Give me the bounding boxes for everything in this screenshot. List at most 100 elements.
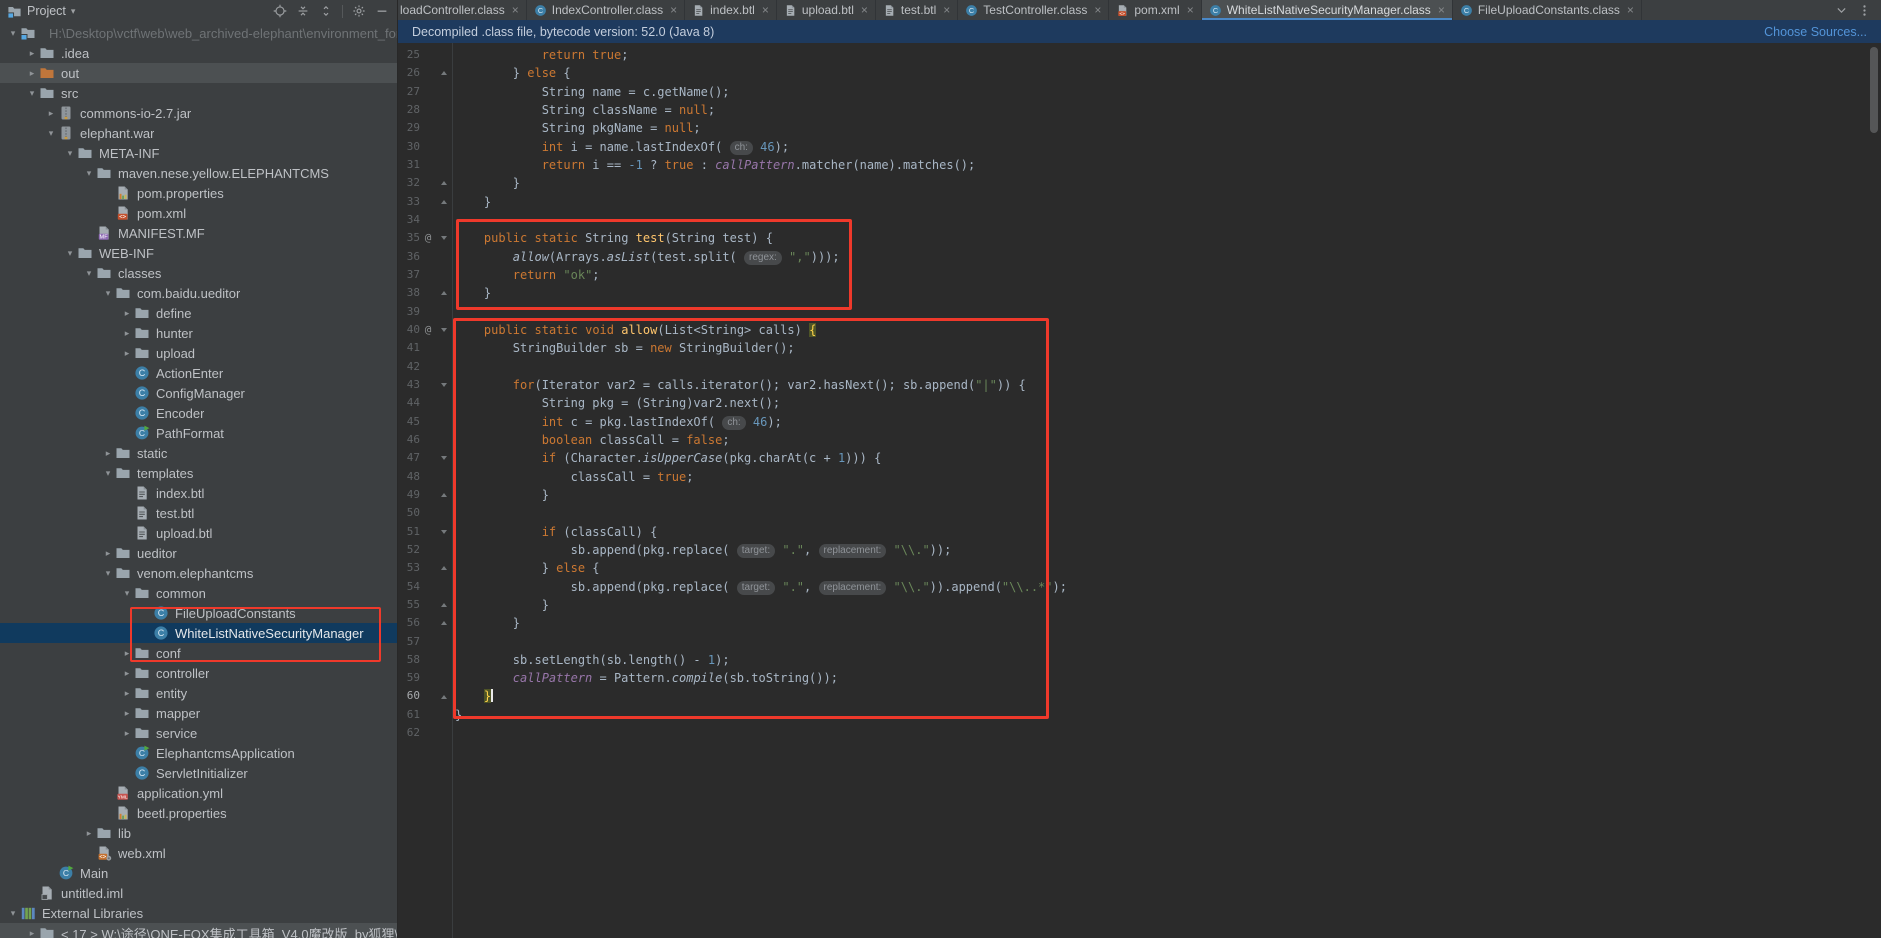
code-line-52[interactable]: 52 sb.append(pkg.replace( target: ".", r… — [398, 541, 1881, 559]
tree-item-whitelistnativesecuritymanager[interactable]: C WhiteListNativeSecurityManager — [0, 623, 397, 643]
chevron-expanded-icon[interactable]: ▾ — [63, 248, 77, 259]
tree-item-application-yml[interactable]: YML application.yml — [0, 783, 397, 803]
tree-item-venom-elephantcms[interactable]: ▾ venom.elephantcms — [0, 563, 397, 583]
tree-item-fileuploadconstants[interactable]: C FileUploadConstants — [0, 603, 397, 623]
chevron-expanded-icon[interactable]: ▾ — [101, 288, 115, 299]
code-line-39[interactable]: 39 — [398, 303, 1881, 321]
code-line-34[interactable]: 34 — [398, 211, 1881, 229]
chevron-collapsed-icon[interactable]: ▸ — [120, 648, 134, 659]
code-line-40[interactable]: 40 @ public static void allow(List<String… — [398, 321, 1881, 339]
tree-item-pom-xml[interactable]: <> pom.xml — [0, 203, 397, 223]
fold-marker-icon[interactable] — [436, 321, 452, 339]
code-line-60[interactable]: 60 } — [398, 687, 1881, 705]
tree-item-configmanager[interactable]: C ConfigManager — [0, 383, 397, 403]
chevron-collapsed-icon[interactable]: ▸ — [101, 448, 115, 459]
chevron-collapsed-icon[interactable]: ▸ — [120, 728, 134, 739]
fold-marker-icon[interactable] — [436, 193, 452, 211]
chevron-collapsed-icon[interactable]: ▸ — [44, 108, 58, 119]
kebab-icon[interactable] — [1858, 4, 1871, 17]
chevron-collapsed-icon[interactable]: ▸ — [120, 348, 134, 359]
tree-item-entity[interactable]: ▸ entity — [0, 683, 397, 703]
tree-item-lib[interactable]: ▸ lib — [0, 823, 397, 843]
chevron-collapsed-icon[interactable]: ▸ — [101, 548, 115, 559]
tab-close-icon[interactable]: × — [512, 3, 519, 17]
editor-scrollbar-thumb[interactable] — [1870, 47, 1878, 133]
chevron-expanded-icon[interactable]: ▾ — [82, 268, 96, 279]
code-line-35[interactable]: 35 @ public static String test(String tes… — [398, 229, 1881, 247]
code-line-28[interactable]: 28 String className = null; — [398, 101, 1881, 119]
code-line-61[interactable]: 61} — [398, 706, 1881, 724]
tree-item-pathformat[interactable]: C PathFormat — [0, 423, 397, 443]
code-line-51[interactable]: 51 if (classCall) { — [398, 523, 1881, 541]
code-line-48[interactable]: 48 classCall = true; — [398, 468, 1881, 486]
fold-marker-icon[interactable] — [436, 614, 452, 632]
chevron-expanded-icon[interactable]: ▾ — [6, 28, 20, 39]
tab-whitelistnativesecuritymanager-class[interactable]: C WhiteListNativeSecurityManager.class × — [1201, 0, 1453, 20]
tree-item-pom-properties[interactable]: pom.properties — [0, 183, 397, 203]
tree-item-src[interactable]: ▾ src — [0, 83, 397, 103]
fold-marker-icon[interactable] — [436, 174, 452, 192]
chevron-collapsed-icon[interactable]: ▸ — [25, 68, 39, 79]
chevron-expanded-icon[interactable]: ▾ — [6, 908, 20, 919]
tab-close-icon[interactable]: × — [1438, 3, 1445, 17]
project-title[interactable]: Project — [27, 4, 66, 18]
tree-item-meta-inf[interactable]: ▾ META-INF — [0, 143, 397, 163]
chevron-collapsed-icon[interactable]: ▸ — [82, 828, 96, 839]
code-line-29[interactable]: 29 String pkgName = null; — [398, 119, 1881, 137]
tree-item-upload-btl[interactable]: upload.btl — [0, 523, 397, 543]
choose-sources-link[interactable]: Choose Sources... — [1764, 25, 1867, 39]
chevron-expanded-icon[interactable]: ▾ — [63, 148, 77, 159]
fold-marker-icon[interactable] — [436, 596, 452, 614]
chevron-collapsed-icon[interactable]: ▸ — [25, 928, 39, 938]
tree-item-web-inf[interactable]: ▾ WEB-INF — [0, 243, 397, 263]
chevron-collapsed-icon[interactable]: ▸ — [120, 708, 134, 719]
chevron-collapsed-icon[interactable]: ▸ — [120, 308, 134, 319]
collapse-all-icon[interactable] — [296, 4, 310, 18]
code-line-25[interactable]: 25 return true; — [398, 46, 1881, 64]
code-line-44[interactable]: 44 String pkg = (String)var2.next(); — [398, 394, 1881, 412]
hide-icon[interactable] — [375, 4, 389, 18]
code-line-26[interactable]: 26 } else { — [398, 64, 1881, 82]
tree-item-com-baidu-ueditor[interactable]: ▾ com.baidu.ueditor — [0, 283, 397, 303]
fold-marker-icon[interactable] — [436, 486, 452, 504]
code-line-41[interactable]: 41 StringBuilder sb = new StringBuilder(… — [398, 339, 1881, 357]
tree-item-ueditor[interactable]: ▸ ueditor — [0, 543, 397, 563]
tree-item-conf[interactable]: ▸ conf — [0, 643, 397, 663]
code-viewport[interactable]: 25 return true; 26 } else {27 String name… — [398, 43, 1881, 938]
chevron-collapsed-icon[interactable]: ▸ — [120, 328, 134, 339]
code-line-62[interactable]: 62 — [398, 724, 1881, 742]
tree-item-elephant-war[interactable]: ▾ elephant.war — [0, 123, 397, 143]
tree-item-hunter[interactable]: ▸ hunter — [0, 323, 397, 343]
fold-marker-icon[interactable] — [436, 523, 452, 541]
tab-close-icon[interactable]: × — [762, 3, 769, 17]
tree-item-mapper[interactable]: ▸ mapper — [0, 703, 397, 723]
fold-marker-icon[interactable] — [436, 559, 452, 577]
code-line-37[interactable]: 37 return "ok"; — [398, 266, 1881, 284]
code-line-56[interactable]: 56 } — [398, 614, 1881, 632]
tree-item-main[interactable]: C Main — [0, 863, 397, 883]
tree-item-elephantcmsapplication[interactable]: C ElephantcmsApplication — [0, 743, 397, 763]
chevron-collapsed-icon[interactable]: ▸ — [120, 688, 134, 699]
code-line-46[interactable]: 46 boolean classCall = false; — [398, 431, 1881, 449]
settings-icon[interactable] — [352, 4, 366, 18]
code-line-54[interactable]: 54 sb.append(pkg.replace( target: ".", r… — [398, 578, 1881, 596]
tree-item-idea[interactable]: ▸ .idea — [0, 43, 397, 63]
tab-fileuploadconstants-class[interactable]: C FileUploadConstants.class × — [1453, 0, 1642, 20]
chevron-collapsed-icon[interactable]: ▸ — [120, 668, 134, 679]
code-line-47[interactable]: 47 if (Character.isUpperCase(pkg.charAt(… — [398, 449, 1881, 467]
locate-icon[interactable] — [273, 4, 287, 18]
tab-testcontroller-class[interactable]: C TestController.class × — [958, 0, 1110, 20]
tree-item-define[interactable]: ▸ define — [0, 303, 397, 323]
tab-close-icon[interactable]: × — [670, 3, 677, 17]
code-line-55[interactable]: 55 } — [398, 596, 1881, 614]
fold-marker-icon[interactable] — [436, 687, 452, 705]
code-line-27[interactable]: 27 String name = c.getName(); — [398, 83, 1881, 101]
chevron-down-icon[interactable] — [1835, 4, 1848, 17]
chevron-collapsed-icon[interactable]: ▸ — [25, 48, 39, 59]
code-line-53[interactable]: 53 } else { — [398, 559, 1881, 577]
tab-loadcontroller-class[interactable]: loadController.class × — [398, 0, 527, 20]
tab-index-btl[interactable]: index.btl × — [685, 0, 777, 20]
tab-close-icon[interactable]: × — [1187, 3, 1194, 17]
chevron-expanded-icon[interactable]: ▾ — [82, 168, 96, 179]
tree-item-servletinitializer[interactable]: C ServletInitializer — [0, 763, 397, 783]
